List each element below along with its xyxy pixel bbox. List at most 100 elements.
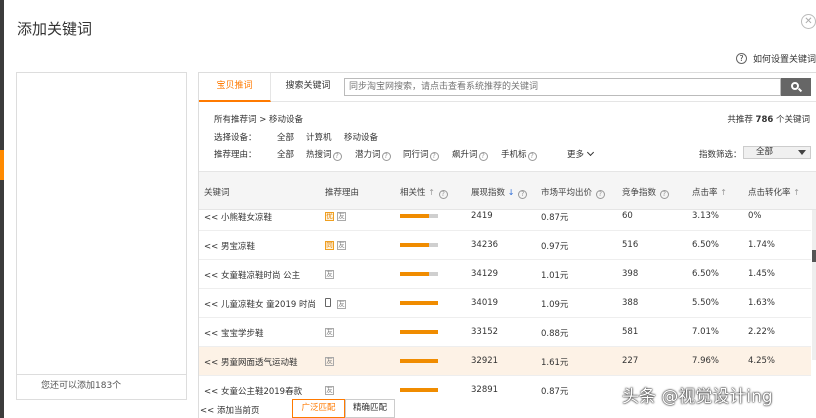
reason-option-mobile[interactable]: 手机标?	[501, 148, 537, 161]
caret-down-icon	[798, 150, 806, 155]
reason-cell: 友	[325, 385, 337, 395]
relevance-track	[429, 272, 438, 276]
keyword-cell[interactable]: << 儿童凉鞋女 童2019 时尚	[204, 298, 316, 310]
search-input[interactable]	[344, 78, 781, 96]
watermark: 头条 @视觉设计ing	[622, 387, 773, 407]
keyword-cell[interactable]: << 男宝凉鞋	[204, 240, 255, 252]
keyword-cell[interactable]: << 女童公主鞋2019春款	[204, 385, 302, 397]
question-icon: ?	[478, 152, 488, 161]
device-option-mobile[interactable]: 移动设备	[344, 131, 378, 143]
competition-cell: 516	[622, 240, 639, 250]
relevance-fill	[400, 359, 438, 363]
keyword-cell[interactable]: << 宝宝学步鞋	[204, 327, 263, 339]
relevance-bar	[400, 301, 438, 305]
reason-option-peer[interactable]: 同行词?	[403, 148, 439, 161]
impressions-cell: 32921	[471, 356, 499, 366]
reason-option-hot[interactable]: 热搜词?	[306, 148, 342, 161]
relevance-fill	[400, 388, 438, 392]
relevance-bar	[400, 243, 438, 247]
avg-bid-cell: 0.97元	[541, 242, 569, 252]
reason-badge-icon: 友	[325, 357, 334, 366]
reason-cell: 友	[325, 356, 337, 366]
table-row[interactable]: << 宝宝学步鞋 友 33152 0.88元 581 7.01% 2.22%	[199, 318, 811, 347]
reason-cell: 友	[325, 327, 337, 337]
help-link[interactable]: ? 如何设置关键词	[735, 52, 816, 65]
reason-cell: 友	[325, 298, 349, 309]
dialog-title: 添加关键词	[17, 20, 93, 38]
index-filter-select[interactable]: 全部	[743, 146, 811, 159]
header-cvr[interactable]: 点击转化率 ↑	[748, 186, 800, 198]
cvr-cell: 1.74%	[748, 240, 776, 250]
reason-badge-icon: 友	[325, 270, 334, 279]
table-row[interactable]: << 男童网面透气运动鞋 友 32921 1.61元 227 7.96% 4.25%	[199, 347, 811, 376]
keyword-cell[interactable]: << 小熊鞋女凉鞋	[204, 211, 272, 223]
reason-badge-icon: 友	[325, 386, 334, 395]
cvr-cell: 0%	[748, 211, 762, 221]
header-reason: 推荐理由	[325, 188, 360, 198]
header-competition[interactable]: 竞争指数 ?	[622, 186, 669, 199]
exact-match-button[interactable]: 精确匹配	[345, 399, 395, 418]
reason-label: 推荐理由：	[214, 150, 257, 160]
selected-keywords-list[interactable]	[17, 73, 186, 375]
question-icon: ?	[332, 152, 342, 161]
ctr-cell: 7.96%	[692, 356, 720, 366]
relevance-fill	[400, 214, 429, 218]
relevance-track	[429, 243, 438, 247]
ctr-cell: 7.01%	[692, 327, 720, 337]
search-button[interactable]	[781, 78, 811, 96]
competition-cell: 60	[622, 211, 633, 221]
reason-badge-icon: 友	[337, 300, 346, 309]
total-count: 共推荐 786 个关键词	[727, 115, 810, 125]
close-icon[interactable]: ✕	[801, 14, 816, 29]
relevance-fill	[400, 272, 429, 276]
cvr-cell: 4.25%	[748, 356, 776, 366]
device-label: 选择设备：	[214, 133, 257, 143]
sort-up-icon: ↑	[793, 188, 800, 197]
ctr-cell: 6.50%	[692, 240, 720, 250]
cvr-cell: 2.22%	[748, 327, 776, 337]
reason-option-all[interactable]: 全部	[277, 148, 294, 160]
more-button[interactable]: 更多	[567, 148, 595, 160]
reason-option-potential[interactable]: 潜力词?	[355, 148, 391, 161]
keyword-cell[interactable]: << 女童鞋凉鞋时尚 公主	[204, 269, 300, 281]
table-header: 关键词 推荐理由 相关性 ↑ ? 展现指数 ↓ ? 市场平均出价 ? 竞争指数 …	[199, 171, 816, 210]
device-option-all[interactable]: 全部	[277, 131, 294, 143]
tab-search-keywords[interactable]: 搜索关键词	[271, 73, 345, 102]
remaining-count: 您还可以添加183个	[41, 381, 122, 391]
avg-bid-cell: 0.88元	[541, 329, 569, 339]
relevance-fill	[400, 330, 438, 334]
reason-option-rising[interactable]: 飙升词?	[452, 148, 488, 161]
keyword-cell[interactable]: << 男童网面透气运动鞋	[204, 356, 297, 368]
avg-bid-cell: 0.87元	[541, 213, 569, 223]
header-ctr[interactable]: 点击率 ↑	[692, 186, 727, 198]
table-row[interactable]: << 女童鞋凉鞋时尚 公主 友 34129 1.01元 398 6.50% 1.45%	[199, 260, 811, 289]
chevron-down-icon	[586, 148, 595, 157]
broad-match-button[interactable]: 广泛匹配	[292, 399, 345, 418]
impressions-cell: 32891	[471, 385, 499, 395]
scrollbar-thumb[interactable]	[812, 250, 816, 262]
table-row[interactable]: << 儿童凉鞋女 童2019 时尚 友 34019 1.09元 388 5.50% 1.63…	[199, 289, 811, 318]
tab-item-recommend[interactable]: 宝贝推词	[199, 73, 271, 102]
scrollbar[interactable]	[812, 210, 816, 360]
sidebar-accent	[0, 150, 4, 180]
cvr-cell: 1.63%	[748, 298, 776, 308]
impressions-cell: 34019	[471, 298, 499, 308]
reason-cell: 优友	[325, 211, 349, 221]
header-avg-bid[interactable]: 市场平均出价 ?	[541, 186, 605, 199]
keyword-table-body: << 小熊鞋女凉鞋优友 2419 0.87元 60 3.13% 0% << 男宝凉鞋同友 34…	[199, 210, 811, 400]
table-row[interactable]: << 小熊鞋女凉鞋 优友 2419 0.87元 60 3.13% 0%	[199, 210, 811, 231]
relevance-fill	[400, 301, 438, 305]
relevance-fill	[400, 243, 429, 247]
header-relevance[interactable]: 相关性 ↑ ?	[400, 186, 448, 199]
reason-badge-icon: 友	[325, 328, 334, 337]
avg-bid-cell: 0.87元	[541, 387, 569, 397]
index-filter-label: 指数筛选：	[699, 150, 742, 160]
add-current-page-button[interactable]: << 添加当前页	[200, 404, 259, 416]
table-row[interactable]: << 男宝凉鞋 同友 34236 0.97元 516 6.50% 1.74%	[199, 231, 811, 260]
question-icon: ?	[735, 53, 747, 64]
impressions-cell: 2419	[471, 211, 493, 221]
reason-badge-icon: 同	[325, 241, 334, 250]
device-option-computer[interactable]: 计算机	[306, 131, 332, 143]
header-impressions[interactable]: 展现指数 ↓ ?	[471, 186, 528, 199]
reason-badge-icon: 友	[337, 212, 346, 221]
